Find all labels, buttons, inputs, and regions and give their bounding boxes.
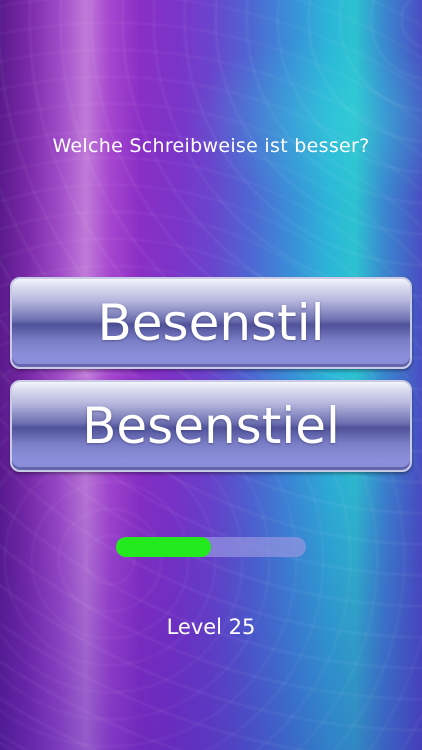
progress-bar — [116, 537, 306, 557]
progress-bar-fill — [116, 537, 211, 557]
answer-button-2[interactable]: Besenstiel — [10, 380, 412, 472]
level-label: Level 25 — [166, 615, 256, 639]
question-text: Welche Schreibweise ist besser? — [52, 135, 370, 157]
answer-button-1[interactable]: Besenstil — [10, 277, 412, 369]
